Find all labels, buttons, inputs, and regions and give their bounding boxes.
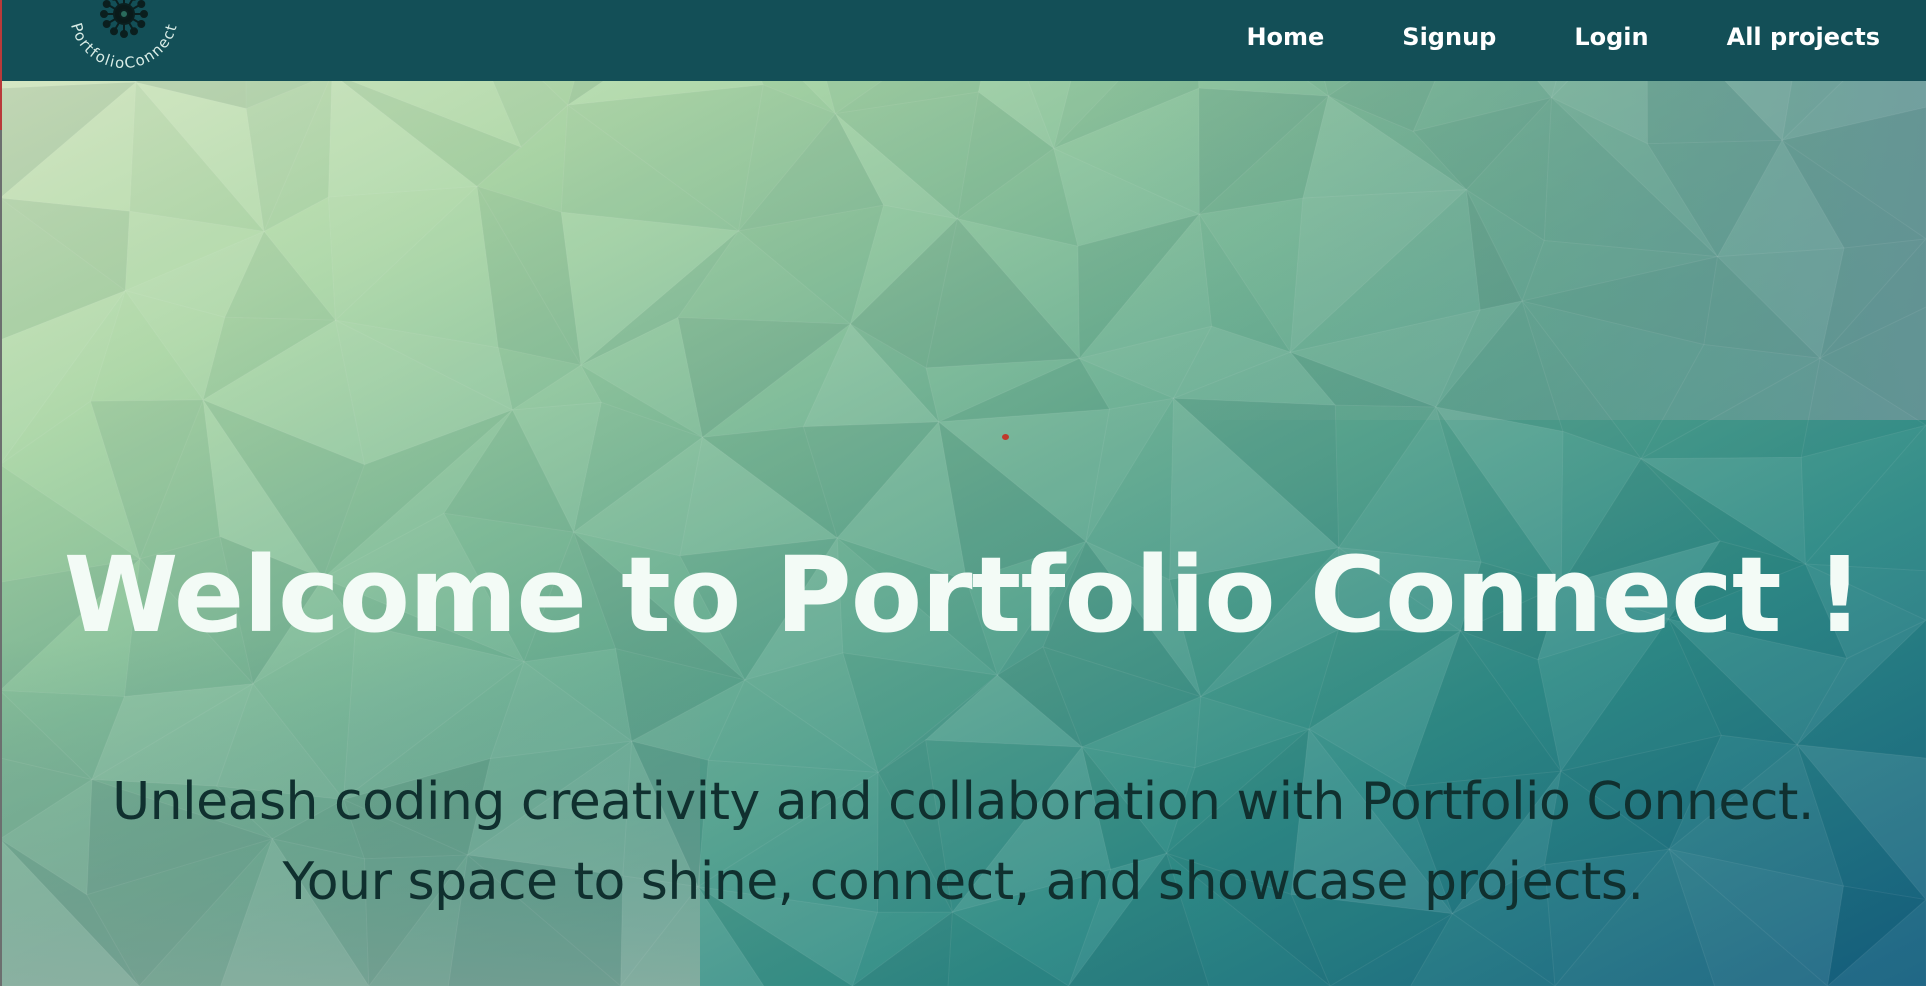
brand-logo[interactable]: PortfolioConnect [64,0,184,76]
mouse-cursor-dot [1002,434,1009,440]
top-navbar: PortfolioConnect Home Signup Login All p… [0,0,1926,81]
hero-title: Welcome to Portfolio Connect ! [63,534,1863,656]
hero-subtitle: Unleash coding creativity and collaborat… [112,772,1814,912]
window-left-edge [0,0,2,986]
nav-signup-link[interactable]: Signup [1402,23,1496,51]
nav-login-link[interactable]: Login [1574,23,1648,51]
window-left-edge-accent [0,0,2,130]
hero-section: Welcome to Portfolio Connect ! Unleash c… [0,0,1926,986]
nav-links: Home Signup Login All projects [1168,0,1926,73]
page: PortfolioConnect Home Signup Login All p… [0,0,1926,986]
nav-home-link[interactable]: Home [1246,23,1324,51]
nav-all-projects-link[interactable]: All projects [1727,23,1880,51]
network-node-icon: PortfolioConnect [67,0,179,72]
